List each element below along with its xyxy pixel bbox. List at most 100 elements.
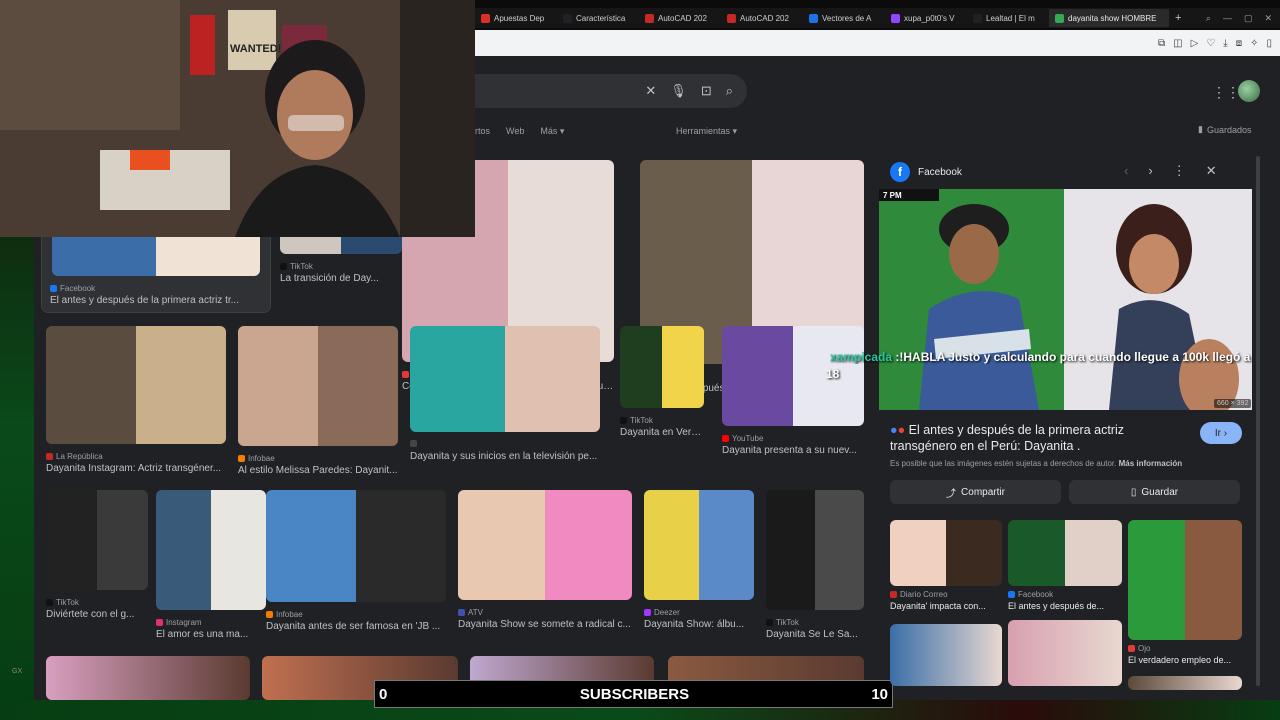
- tools-button[interactable]: Herramientas ▾: [676, 126, 737, 137]
- sidebar-icon[interactable]: ▯: [1266, 38, 1272, 49]
- extensions-icon[interactable]: ⧈: [1236, 38, 1242, 49]
- result-thumbnail[interactable]: [766, 490, 864, 610]
- result-thumbnail[interactable]: [644, 490, 754, 600]
- saved-button[interactable]: ▮ Guardados: [1198, 124, 1251, 135]
- result-thumbnail[interactable]: [238, 326, 398, 446]
- browser-tab[interactable]: Apuestas Dep: [475, 9, 557, 27]
- lens-icon[interactable]: ⊡: [701, 83, 712, 99]
- result-title[interactable]: Dayanita Instagram: Actriz transgéner...: [46, 463, 226, 474]
- source-favicon-icon: [156, 619, 163, 626]
- image-result[interactable]: TikTok Dayanita en Versió...: [620, 326, 704, 478]
- toolbar-icons: ⧉ ◫ ▷ ♡ ⤓ ⧈ ✧ ▯: [1158, 38, 1280, 49]
- result-title[interactable]: Dayanita en Versió...: [620, 427, 704, 438]
- image-result[interactable]: FacebookEl antes y después de la primera…: [640, 160, 864, 394]
- image-result[interactable]: ATV Dayanita Show se somete a radical c..…: [458, 490, 632, 642]
- visit-button[interactable]: Ir ›: [1200, 422, 1242, 444]
- result-thumbnail[interactable]: [620, 326, 704, 408]
- screenshot-icon[interactable]: ◫: [1173, 38, 1182, 49]
- related-title[interactable]: Dayanita' impacta con...: [890, 601, 1002, 611]
- result-title[interactable]: Al estilo Melissa Paredes: Dayanit...: [238, 465, 398, 476]
- result-source-label: Facebook: [60, 284, 96, 293]
- more-info-link[interactable]: Más información: [1119, 459, 1183, 468]
- related-title[interactable]: El verdadero empleo de...: [1128, 655, 1242, 665]
- related-thumbnail[interactable]: [1128, 676, 1242, 690]
- result-thumbnail[interactable]: [46, 490, 148, 590]
- related-title[interactable]: El antes y después de...: [1008, 601, 1122, 611]
- result-title[interactable]: El amor es una ma...: [156, 629, 266, 640]
- image-result[interactable]: Infobae Al estilo Melissa Paredes: Dayani…: [238, 326, 398, 478]
- mic-icon[interactable]: 🎙: [670, 83, 687, 99]
- avatar[interactable]: [1238, 80, 1260, 102]
- result-thumbnail[interactable]: [722, 326, 864, 426]
- heart-icon[interactable]: ♡: [1206, 38, 1215, 49]
- result-thumbnail[interactable]: [46, 326, 226, 444]
- browser-tab[interactable]: dayanita show HOMBRE: [1049, 9, 1169, 27]
- related-thumbnail[interactable]: [1008, 620, 1122, 686]
- search-box[interactable]: ✕ 🎙 ⊡ ⌕: [475, 74, 747, 108]
- browser-tab[interactable]: Vectores de A: [803, 9, 885, 27]
- panel-actions: ⤴ Compartir ▯ Guardar: [890, 480, 1240, 504]
- filter-tab-more[interactable]: Más ▾: [540, 126, 564, 137]
- new-tab-button[interactable]: +: [1169, 12, 1187, 24]
- image-result[interactable]: TikTok Diviértete con el g...: [46, 490, 148, 642]
- search-tabs-icon[interactable]: ⌕: [1206, 13, 1211, 24]
- result-thumbnail[interactable]: [156, 490, 266, 610]
- preview-image[interactable]: 7 PM: [879, 189, 1252, 410]
- cast-icon[interactable]: ⧉: [1158, 38, 1165, 49]
- image-result[interactable]: [46, 656, 250, 700]
- result-title[interactable]: Dayanita presenta a su nuev...: [722, 445, 864, 456]
- result-title[interactable]: El antes y después de la primera actriz …: [50, 295, 262, 306]
- close-window-icon[interactable]: ✕: [1264, 13, 1272, 24]
- result-title[interactable]: Dayanita antes de ser famosa en 'JB ...: [266, 621, 446, 632]
- image-result[interactable]: La República Dayanita Instagram: Actriz t…: [46, 326, 226, 478]
- result-thumbnail[interactable]: [458, 490, 632, 600]
- close-icon[interactable]: ✕: [1206, 163, 1217, 179]
- next-icon[interactable]: ›: [1148, 163, 1152, 179]
- filter-tab[interactable]: rtos: [475, 126, 490, 137]
- result-source: TikTok: [280, 262, 313, 271]
- related-thumbnail[interactable]: [890, 520, 1002, 586]
- related-thumbnail[interactable]: [1008, 520, 1122, 586]
- ai-icon[interactable]: ✧: [1250, 38, 1258, 49]
- play-icon[interactable]: ▷: [1191, 38, 1199, 49]
- result-thumbnail[interactable]: [410, 326, 600, 432]
- save-button[interactable]: ▯ Guardar: [1069, 480, 1240, 504]
- browser-tab[interactable]: Característica: [557, 9, 639, 27]
- image-result[interactable]: YouTube Dayanita presenta a su nuev...: [722, 326, 864, 478]
- browser-tab[interactable]: AutoCAD 202: [721, 9, 803, 27]
- browser-tab[interactable]: AutoCAD 202: [639, 9, 721, 27]
- prev-icon[interactable]: ‹: [1124, 163, 1128, 179]
- source-favicon-icon: [890, 591, 897, 598]
- browser-tab[interactable]: Lealtad | El m: [967, 9, 1049, 27]
- image-result[interactable]: TikTok Dayanita Se Le Sa...: [766, 490, 864, 642]
- result-title[interactable]: Dayanita Show: álbu...: [644, 619, 754, 630]
- scrollbar[interactable]: [1256, 156, 1260, 686]
- search-icon[interactable]: ⌕: [726, 83, 733, 99]
- preview-title[interactable]: ●● El antes y después de la primera actr…: [890, 422, 1190, 454]
- tab-label: dayanita show HOMBRE: [1068, 13, 1157, 23]
- favicon-icon: [645, 13, 654, 23]
- image-result[interactable]: Instagram El amor es una ma...: [156, 490, 266, 642]
- result-title[interactable]: Dayanita Show se somete a radical c...: [458, 619, 632, 630]
- image-result[interactable]: Infobae Dayanita antes de ser famosa en '…: [266, 490, 446, 642]
- maximize-icon[interactable]: ▢: [1244, 13, 1253, 24]
- source-favicon-icon: [644, 609, 651, 616]
- result-thumbnail[interactable]: [266, 490, 446, 602]
- panel-source[interactable]: f Facebook: [890, 162, 962, 182]
- browser-tab[interactable]: xupa_p0t0's V: [885, 9, 967, 27]
- image-result[interactable]: Deezer Dayanita Show: álbu...: [644, 490, 754, 642]
- share-button[interactable]: ⤴ Compartir: [890, 480, 1061, 504]
- address-bar[interactable]: ⧉ ◫ ▷ ♡ ⤓ ⧈ ✧ ▯: [475, 30, 1280, 56]
- related-thumbnail[interactable]: [1128, 520, 1242, 640]
- image-result[interactable]: Dayanita y sus inicios en la televisión …: [410, 326, 600, 478]
- clear-icon[interactable]: ✕: [645, 83, 656, 99]
- related-thumbnail[interactable]: [890, 624, 1002, 686]
- result-title[interactable]: Dayanita Se Le Sa...: [766, 629, 864, 640]
- minimize-icon[interactable]: —: [1223, 13, 1232, 24]
- result-title[interactable]: Dayanita y sus inicios en la televisión …: [410, 451, 600, 462]
- more-options-icon[interactable]: ⋮: [1173, 163, 1186, 179]
- result-title[interactable]: La transición de Day...: [280, 273, 402, 284]
- result-title[interactable]: Diviértete con el g...: [46, 609, 148, 620]
- filter-tab-web[interactable]: Web: [506, 126, 524, 137]
- download-icon[interactable]: ⤓: [1223, 38, 1227, 49]
